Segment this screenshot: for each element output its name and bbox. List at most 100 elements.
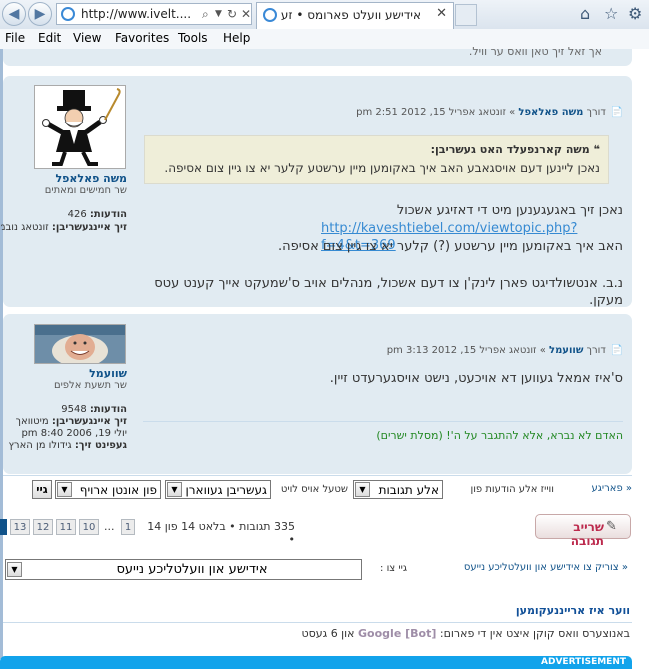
browser-toolbar: ◀ ▶ http://www.ivelt.... ⌕ ▼ ↻ ✕ אידישע … bbox=[0, 0, 649, 30]
go-button[interactable]: גיי bbox=[32, 480, 52, 499]
pagination-summary: 335 תגובות • בלאט 14 פון 14 • bbox=[147, 520, 295, 546]
post-2-meta-prefix: דורך bbox=[586, 345, 606, 356]
menu-favorites[interactable]: Favorites bbox=[115, 31, 169, 45]
post-1-posts-label: הודעות: bbox=[89, 209, 127, 220]
post-1-meta-date: » זונטאג אפריל 15, 2012 2:51 pm bbox=[356, 107, 516, 118]
pagination-ellipsis: ... bbox=[104, 520, 115, 533]
sort-by-value: געשריבן געווארן bbox=[185, 482, 268, 497]
reply-pencil-icon: ✎ bbox=[606, 519, 617, 534]
quote-mark-icon: ❝ bbox=[593, 143, 600, 156]
top-divider bbox=[3, 475, 632, 476]
forward-arrow-icon: ▶ bbox=[34, 6, 46, 22]
advertisement-label: ADVERTISEMENT bbox=[541, 657, 626, 667]
close-tab-icon[interactable]: ✕ bbox=[436, 6, 447, 21]
post-1-author[interactable]: משה פאלאפל bbox=[11, 172, 127, 185]
back-button[interactable]: ◀ bbox=[2, 2, 26, 26]
chevron-down-icon: ▼ bbox=[355, 482, 370, 497]
post-2-joined-label: זיך איינגעשריבן: bbox=[51, 416, 127, 427]
page-1[interactable]: 1 bbox=[121, 519, 135, 535]
page-10[interactable]: 10 bbox=[79, 519, 99, 535]
show-posts-label: ווייז אלע הודעות פון bbox=[470, 484, 554, 495]
post-2-posts-label: הודעות: bbox=[89, 404, 127, 415]
jump-to-value: אידישע און וועלטליכע נייעס bbox=[116, 562, 268, 577]
refresh-icon[interactable]: ↻ bbox=[227, 7, 237, 21]
home-icon[interactable]: ⌂ bbox=[580, 4, 590, 23]
online-bot-link[interactable]: Google [Bot] bbox=[358, 627, 436, 640]
online-text-prefix: באנוצערס וואס קוקן איצט אין די פארום: bbox=[439, 627, 630, 640]
chevron-down-icon: ▼ bbox=[167, 482, 182, 497]
chevron-down-icon: ▼ bbox=[7, 562, 22, 577]
post-1-meta-author[interactable]: משה פאלאפל bbox=[518, 107, 583, 118]
online-text-suffix: און 6 געסט bbox=[301, 627, 355, 640]
who-is-online-text: באנוצערס וואס קוקן איצט אין די פארום: Go… bbox=[200, 627, 631, 640]
post-2-post-count: הודעות: 9548 bbox=[11, 404, 127, 415]
post-1-posts-value: 426 bbox=[67, 209, 87, 220]
gear-icon[interactable]: ⚙ bbox=[628, 4, 642, 23]
post-2-location: געפינט זיך: גידולו מן הארץ bbox=[8, 440, 127, 451]
chevron-down-icon: ▼ bbox=[57, 482, 72, 497]
favorites-star-icon[interactable]: ☆ bbox=[604, 4, 618, 23]
jump-to-select[interactable]: ▼ אידישע און וועלטליכע נייעס bbox=[5, 559, 362, 580]
address-bar[interactable]: http://www.ivelt.... ⌕ ▼ ↻ ✕ bbox=[56, 3, 252, 25]
address-text: http://www.ivelt.... bbox=[81, 7, 192, 21]
sort-direction-value: פון אונטן ארויף bbox=[79, 482, 157, 497]
post-2-rank: שר תשעת אלפים bbox=[53, 380, 127, 391]
post-1-joined: זיך איינגעשריבן: זונטאג נובמבער 21, 2010… bbox=[1, 222, 127, 233]
page-13[interactable]: 13 bbox=[10, 519, 30, 535]
post-1-body-line1: נאכן זיך באגעגענען מיט די דאזיגע אשכול bbox=[396, 203, 623, 218]
post-2-post-icon: 📄 bbox=[610, 345, 623, 356]
back-arrow-icon: ◀ bbox=[8, 6, 20, 22]
post-2-location-label: געפינט זיך: bbox=[74, 440, 127, 451]
post-2-meta: 📄 דורך שוועמל » זונטאג אפריל 15, 2012 3:… bbox=[143, 345, 623, 359]
search-icon[interactable]: ⌕ bbox=[202, 7, 209, 22]
advertisement-bar: ADVERTISEMENT bbox=[0, 656, 632, 669]
post-1-meta: 📄 דורך משה פאלאפל » זונטאג אפריל 15, 201… bbox=[143, 107, 623, 121]
post-1-avatar[interactable] bbox=[34, 85, 126, 169]
ie-logo-icon bbox=[61, 7, 75, 21]
post-1-post-count: הודעות: 426 bbox=[11, 209, 127, 220]
page-12[interactable]: 12 bbox=[33, 519, 53, 535]
show-posts-value: אלע תגובות bbox=[378, 482, 439, 497]
forward-button[interactable]: ▶ bbox=[28, 2, 52, 26]
post-2-posts-value: 9548 bbox=[61, 404, 87, 415]
post-2-avatar[interactable] bbox=[34, 324, 126, 364]
post-2-body-line1: ס'איז אמאל געווען דא אויכעט, נישט אויסגע… bbox=[329, 371, 623, 386]
menu-tools[interactable]: Tools bbox=[178, 31, 208, 45]
post-reply-button[interactable]: ✎ שרייב תגובה bbox=[535, 514, 631, 548]
post-2-meta-author[interactable]: שוועמל bbox=[549, 345, 583, 356]
post-2-author[interactable]: שוועמל bbox=[11, 367, 127, 380]
return-to-forum-link[interactable]: « צוריק צו אידישע און וועלטליכע נייעס bbox=[420, 562, 628, 573]
previous-post-text: אך זאל זיך טאן וואס ער וויל. bbox=[468, 45, 602, 58]
post-1-joined-value: זונטאג נובמבער 21, 2010 1:59 pm bbox=[1, 222, 49, 233]
post-1-quote-name: משה קארנפעלד האט געשריבן: bbox=[430, 143, 590, 156]
monopoly-man-icon bbox=[35, 86, 125, 168]
menu-edit[interactable]: Edit bbox=[38, 31, 61, 45]
post-1-rank: שר חמישים ומאתים bbox=[44, 185, 127, 196]
sort-by-select[interactable]: ▼ געשריבן געווארן bbox=[165, 480, 271, 499]
post-1-quote: ❝ משה קארנפעלד האט געשריבן: נאכן ליינען … bbox=[144, 135, 609, 184]
page-11[interactable]: 11 bbox=[56, 519, 76, 535]
online-divider bbox=[3, 622, 632, 623]
post-1: משה פאלאפל שר חמישים ומאתים הודעות: 426 … bbox=[1, 76, 632, 308]
dropdown-icon[interactable]: ▼ bbox=[215, 9, 222, 19]
post-2: שוועמל שר תשעת אלפים הודעות: 9548 זיך אי… bbox=[3, 314, 632, 474]
sort-direction-select[interactable]: ▼ פון אונטן ארויף bbox=[55, 480, 161, 499]
post-2-signature-divider bbox=[143, 421, 623, 422]
menu-help[interactable]: Help bbox=[223, 31, 250, 45]
current-page-14[interactable] bbox=[0, 519, 7, 535]
menu-view[interactable]: View bbox=[73, 31, 101, 45]
browser-tab[interactable]: אידישע וועלט פארומס • זע... ✕ bbox=[256, 2, 454, 29]
tab-title: אידישע וועלט פארומס • זע... bbox=[281, 8, 421, 22]
new-tab-button[interactable] bbox=[455, 4, 477, 26]
previous-topic-link[interactable]: « פאריגע bbox=[560, 483, 633, 494]
who-is-online-title: ווער איז ארייננעקומען bbox=[515, 604, 630, 617]
show-posts-select[interactable]: ▼ אלע תגובות bbox=[353, 480, 443, 499]
post-1-body-line3: נ.ב. אנטשולדיגט פארן לינק'ן צו דעם אשכול… bbox=[154, 276, 623, 308]
stop-icon[interactable]: ✕ bbox=[241, 7, 251, 21]
old-man-avatar-icon bbox=[35, 325, 125, 363]
post-2-meta-date: » זונטאג אפריל 15, 2012 3:13 pm bbox=[386, 345, 546, 356]
post-1-quote-text: נאכן ליינען דעם אויסגאבע האב איך באקומען… bbox=[164, 161, 600, 175]
menu-file[interactable]: File bbox=[5, 31, 25, 45]
previous-post-tail: אך זאל זיך טאן וואס ער וויל. bbox=[3, 45, 632, 66]
post-2-location-value: גידולו מן הארץ bbox=[8, 440, 72, 451]
